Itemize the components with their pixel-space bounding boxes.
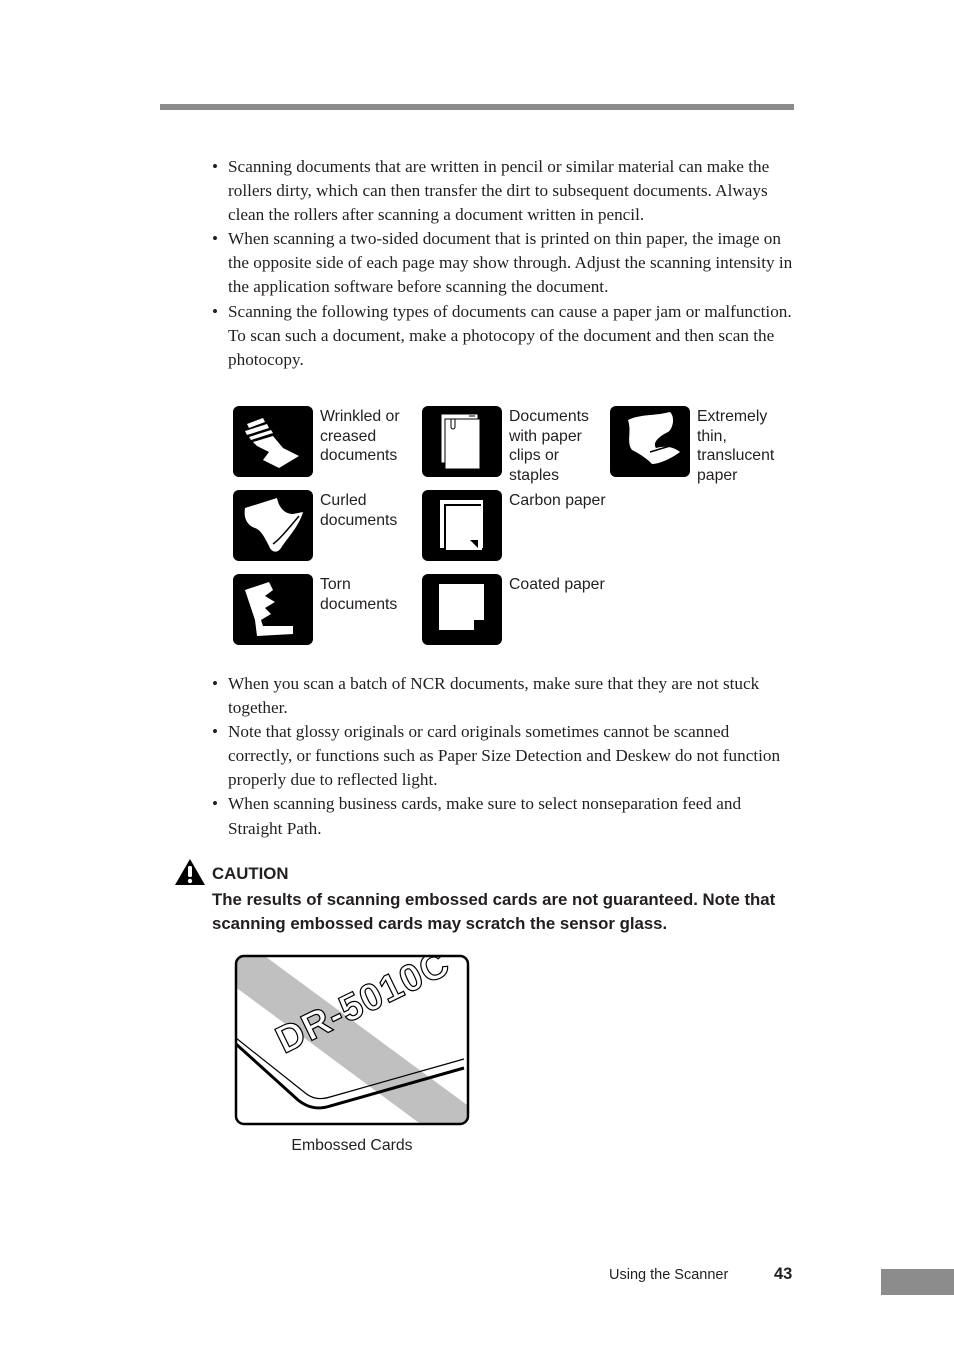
doc-type-curled: Curled documents <box>233 490 423 565</box>
bullet-marker: • <box>212 722 219 742</box>
doc-type-thin: Extremely thin, translucent paper <box>610 406 800 484</box>
bullet-text: When scanning business cards, make sure … <box>228 794 742 838</box>
coated-paper-icon <box>422 574 502 645</box>
bullet-list-top: • Scanning documents that are written in … <box>212 155 794 372</box>
bullet-marker: • <box>212 301 219 321</box>
bullet-text: When you scan a batch of NCR documents, … <box>228 674 760 718</box>
carbon-paper-icon <box>422 490 502 561</box>
doc-type-clips: Documents with paper clips or staples <box>422 406 612 484</box>
list-item: • When you scan a batch of NCR documents,… <box>212 672 794 720</box>
doc-type-label: Curled documents <box>320 492 398 529</box>
paper-clip-icon <box>422 406 502 477</box>
doc-type-label: Wrinkled or creased documents <box>320 408 400 465</box>
doc-type-label: Coated paper <box>509 576 605 593</box>
page-number: 43 <box>774 1265 793 1283</box>
bullet-marker: • <box>212 794 219 814</box>
bullet-text: Scanning documents that are written in p… <box>228 157 770 225</box>
caution-body: The results of scanning embossed cards a… <box>212 890 776 933</box>
doc-type-carbon: Carbon paper <box>422 490 612 565</box>
list-item: • When scanning a two-sided document that… <box>212 227 794 299</box>
header-rule <box>160 104 794 110</box>
doc-type-label: Torn documents <box>320 576 398 613</box>
caution-title: CAUTION <box>212 864 289 883</box>
bullet-text: Note that glossy originals or card origi… <box>228 722 781 790</box>
doc-type-label: Carbon paper <box>509 492 606 509</box>
bullet-text: Scanning the following types of document… <box>228 301 792 369</box>
list-item: • Scanning documents that are written in … <box>212 155 794 227</box>
figure-caption: Embossed Cards <box>291 1137 413 1154</box>
bullet-marker: • <box>212 674 219 693</box>
bullet-marker: • <box>212 157 219 176</box>
bullet-list-bottom: • When you scan a batch of NCR documents,… <box>212 672 794 841</box>
list-item: • Scanning the following types of documen… <box>212 300 794 372</box>
thin-paper-icon <box>610 406 690 477</box>
doc-type-label: Documents with paper clips or staples <box>509 408 589 484</box>
list-item: • When scanning business cards, make sure… <box>212 792 794 840</box>
footer-tab-marker <box>881 1269 954 1295</box>
wrinkled-paper-icon <box>233 406 313 477</box>
doc-type-label: Extremely thin, translucent paper <box>697 408 775 484</box>
list-item: • Note that glossy originals or card orig… <box>212 720 794 792</box>
embossed-card-figure: DR-5010C <box>234 954 470 1126</box>
bullet-marker: • <box>212 229 219 249</box>
curled-paper-icon <box>233 490 313 561</box>
doc-type-wrinkled: Wrinkled or creased documents <box>233 406 423 481</box>
doc-type-coated: Coated paper <box>422 574 612 649</box>
footer-section-title: Using the Scanner <box>609 1267 729 1283</box>
bullet-text: When scanning a two-sided document that … <box>228 229 793 297</box>
torn-paper-icon <box>233 574 313 645</box>
doc-type-torn: Torn documents <box>233 574 423 649</box>
warning-triangle-icon <box>175 859 205 885</box>
